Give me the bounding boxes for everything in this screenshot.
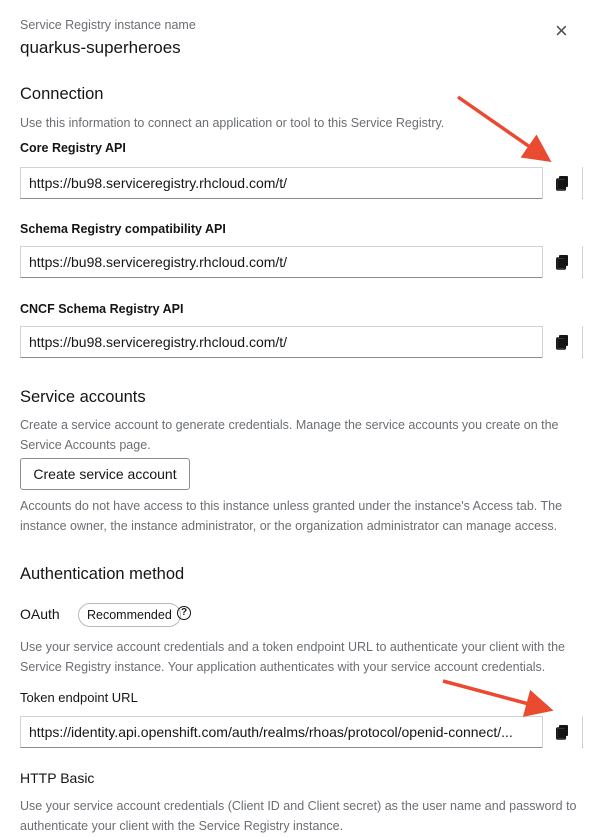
red-arrow-annotation xyxy=(442,95,554,717)
arrow-to-token-copy xyxy=(442,679,554,717)
arrow-to-core-copy xyxy=(457,95,552,162)
